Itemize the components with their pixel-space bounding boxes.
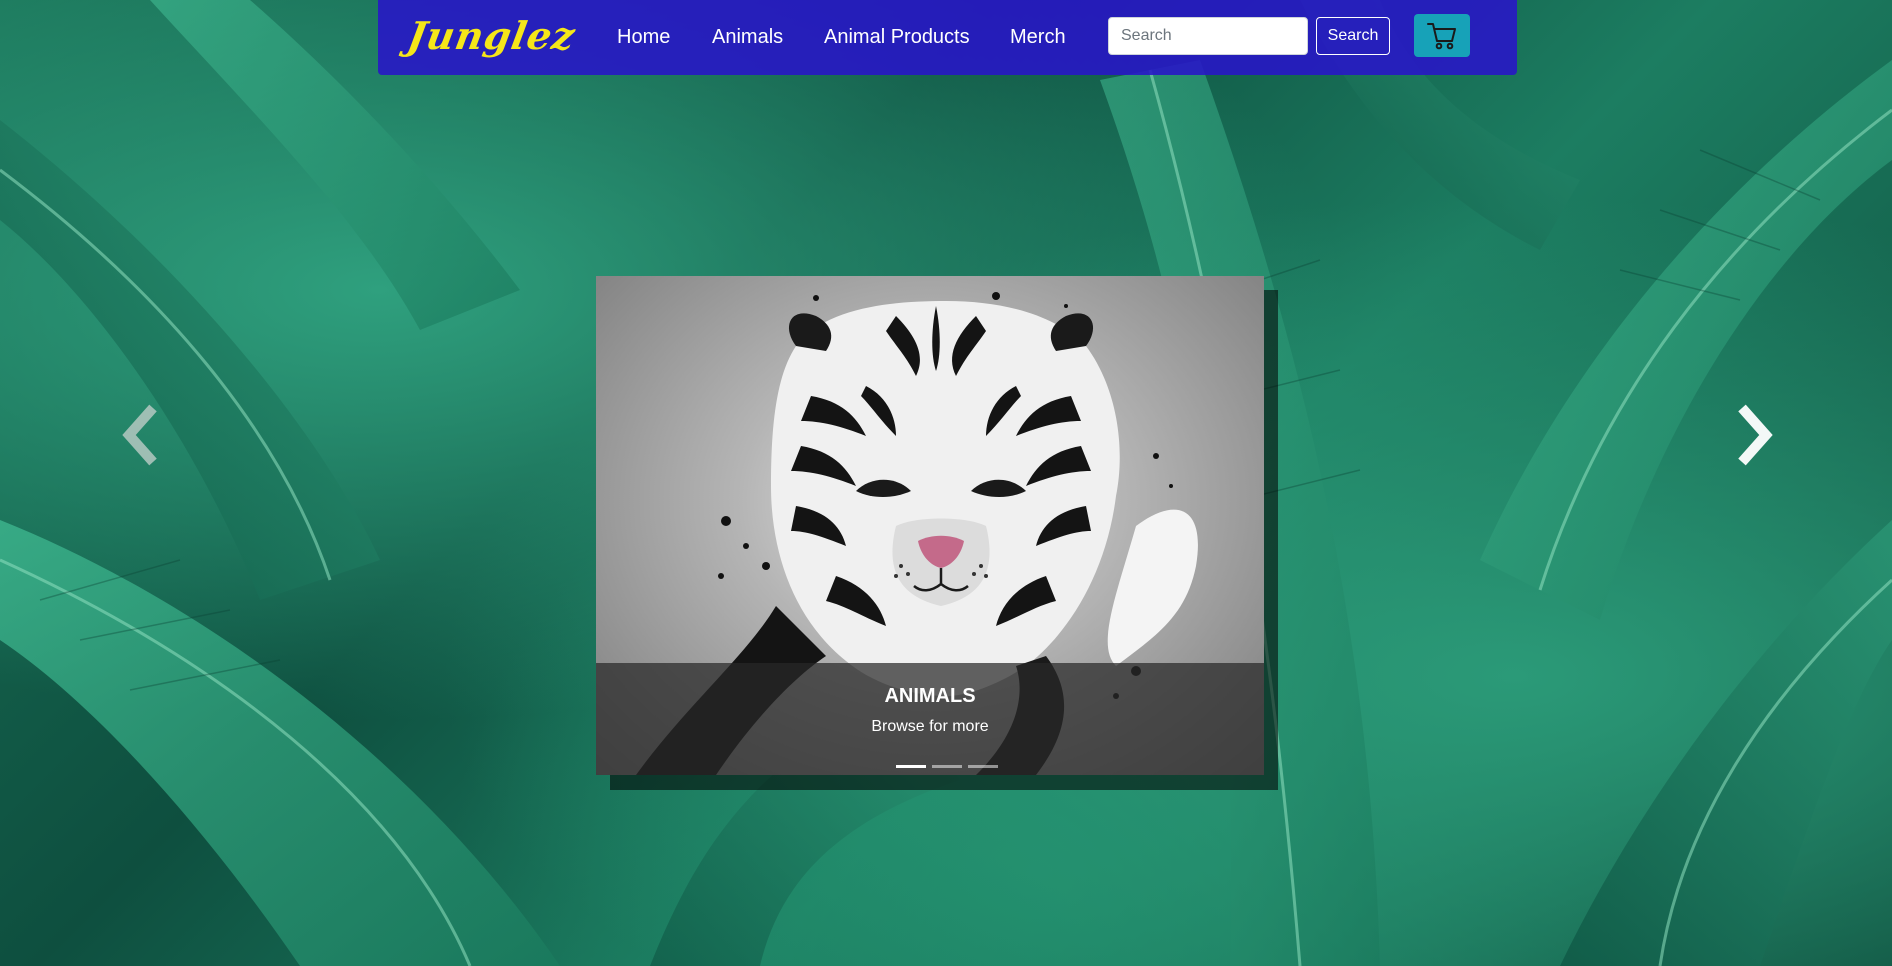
carousel-indicator-2[interactable] (932, 765, 962, 768)
cart-icon (1427, 22, 1456, 49)
nav-link-merch[interactable]: Merch (1010, 24, 1066, 50)
carousel-prev-button[interactable] (115, 400, 165, 470)
navbar: Junglez Home Animals Animal Products Mer… (378, 0, 1517, 75)
chevron-left-icon (122, 404, 157, 466)
caption-text: Browse for more (871, 718, 989, 735)
caption-title: ANIMALS (884, 685, 976, 707)
carousel: ANIMALS Browse for more (596, 276, 1264, 775)
brand-logo[interactable]: Junglez (404, 12, 579, 60)
nav-link-home[interactable]: Home (617, 24, 670, 50)
search-button[interactable]: Search (1316, 17, 1390, 55)
search-input[interactable] (1108, 17, 1308, 55)
nav-link-animal-products[interactable]: Animal Products (824, 24, 970, 50)
carousel-next-button[interactable] (1730, 400, 1780, 470)
chevron-right-icon (1738, 404, 1773, 466)
cart-button[interactable] (1414, 14, 1470, 57)
carousel-indicator-1[interactable] (896, 765, 926, 768)
nav-link-animals[interactable]: Animals (712, 24, 783, 50)
carousel-indicator-3[interactable] (968, 765, 998, 768)
